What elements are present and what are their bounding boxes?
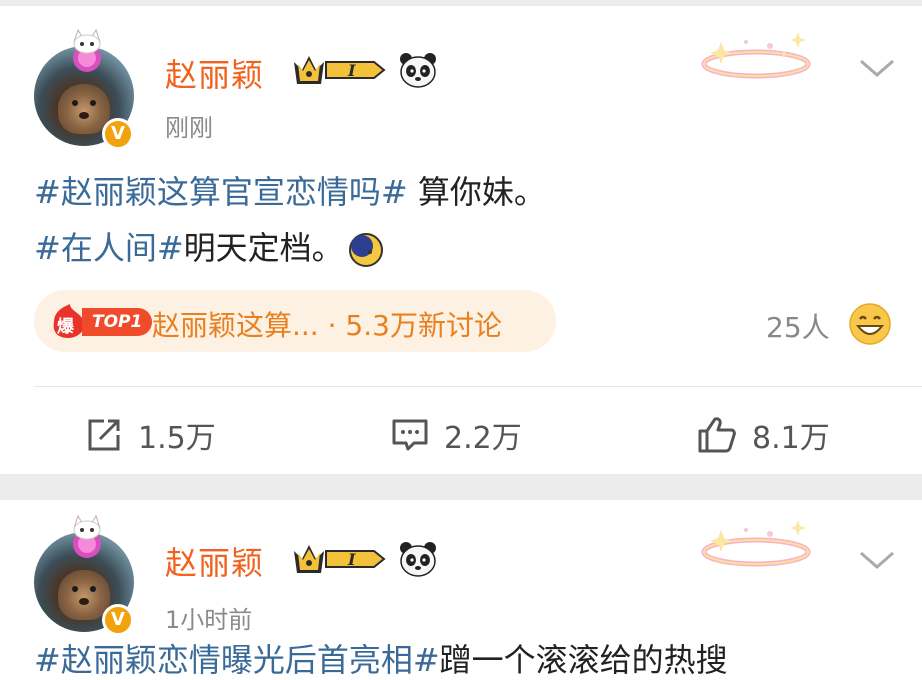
thumbs-up-icon (698, 417, 736, 453)
hashtag-link[interactable]: #赵丽颖恋情曝光后首亮相# (34, 641, 440, 679)
repost-button[interactable]: 1.5万 (84, 410, 216, 460)
hot-topic-bar[interactable]: 爆 TOP1 赵丽颖这算... · 5.3万新讨论 (34, 290, 556, 352)
avatar[interactable]: V (34, 28, 134, 150)
hot-topic-title: 赵丽颖这算... (152, 309, 319, 342)
rank-badge: TOP1 (82, 308, 153, 336)
grinning-face-icon[interactable] (848, 302, 892, 346)
vip-level: I (347, 61, 356, 80)
post-card[interactable]: V 赵丽颖 I 刚刚 #赵丽颖这算官宣恋情吗# 算你妹。 #在人间#明天定档。 (0, 6, 922, 474)
post-timestamp: 1小时前 (165, 606, 253, 634)
participants-count: 25人 (766, 311, 830, 344)
post-text-line-1: #赵丽颖恋情曝光后首亮相#蹭一个滚滚给的热搜 (34, 632, 728, 680)
avatar-pendant-icon (73, 28, 101, 72)
like-count: 8.1万 (752, 421, 830, 456)
post-text: 蹭一个滚滚给的热搜 (439, 641, 728, 679)
verified-v-icon: V (102, 118, 134, 150)
hot-topic-text: 赵丽颖这算... · 5.3万新讨论 (152, 304, 502, 344)
crown-vip-icon[interactable]: I (290, 52, 388, 88)
hashtag-link[interactable]: #在人间# (34, 229, 184, 267)
repost-count: 1.5万 (138, 421, 216, 456)
repost-icon (88, 419, 120, 451)
comment-count: 2.2万 (444, 421, 522, 456)
hashtag-link[interactable]: #赵丽颖这算官宣恋情吗# (34, 173, 408, 211)
sparkle-decoration-icon (701, 520, 811, 567)
panda-icon (400, 542, 436, 577)
post-timestamp: 刚刚 (165, 114, 213, 142)
moon-emoji-icon (348, 233, 383, 267)
crown-vip-icon[interactable]: I (290, 541, 388, 577)
chevron-down-icon[interactable] (858, 56, 896, 80)
post-text: 算你妹。 (407, 173, 546, 211)
avatar[interactable]: V (34, 514, 134, 636)
divider (34, 386, 922, 387)
avatar-pendant-icon (73, 514, 101, 558)
post-text: 明天定档。 (183, 229, 344, 267)
post-text-line-2: #在人间#明天定档。 (34, 220, 384, 276)
post-text-line-1: #赵丽颖这算官宣恋情吗# 算你妹。 (34, 164, 546, 220)
username[interactable]: 赵丽颖 (165, 50, 264, 96)
hot-topic-discussions: · 5.3万新讨论 (327, 309, 502, 342)
comment-button[interactable]: 2.2万 (390, 410, 522, 460)
sparkle-decoration-icon (701, 32, 811, 79)
chevron-down-icon[interactable] (858, 548, 896, 572)
comment-icon (392, 419, 428, 451)
username[interactable]: 赵丽颖 (165, 538, 264, 584)
post-card[interactable]: V 赵丽颖 I 1小时前 #赵丽颖恋情曝光后首亮相#蹭一个滚滚给的热搜 (0, 500, 922, 680)
hot-badge-label: 爆 (57, 317, 75, 337)
like-button[interactable]: 8.1万 (696, 410, 830, 460)
panda-icon (400, 53, 436, 88)
vip-level: I (347, 550, 356, 569)
